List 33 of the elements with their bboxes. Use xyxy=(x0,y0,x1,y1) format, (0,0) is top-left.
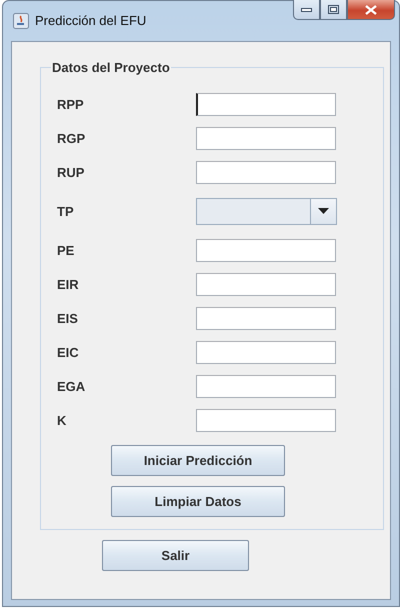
group-title: Datos del Proyecto xyxy=(51,60,171,75)
field-label: RPP xyxy=(57,96,85,112)
field-label: PE xyxy=(57,242,76,258)
exit-button[interactable]: Salir xyxy=(102,540,249,571)
field-label: RGP xyxy=(57,130,86,146)
field-label: K xyxy=(57,412,68,428)
maximize-button[interactable] xyxy=(320,0,347,20)
field-label: EGA xyxy=(57,378,86,394)
text-field[interactable] xyxy=(196,340,336,364)
dropdown-button[interactable] xyxy=(310,198,336,224)
field-label: EIS xyxy=(57,310,79,326)
maximize-icon xyxy=(328,5,339,14)
text-field[interactable] xyxy=(196,408,336,432)
text-field[interactable] xyxy=(196,92,336,116)
action-button[interactable]: Limpiar Datos xyxy=(111,486,285,517)
text-field[interactable] xyxy=(196,126,336,150)
minimize-button[interactable] xyxy=(293,0,320,20)
close-icon xyxy=(365,4,377,14)
text-field[interactable] xyxy=(196,306,336,330)
cup-icon xyxy=(13,13,29,29)
minimize-icon xyxy=(301,8,312,12)
field-label: RUP xyxy=(57,164,86,180)
action-button[interactable]: Iniciar Predicción xyxy=(111,445,285,476)
window-title: Predicción del EFU xyxy=(35,13,148,28)
field-label: EIR xyxy=(57,276,80,292)
text-field[interactable] xyxy=(196,272,336,296)
caret-icon xyxy=(318,208,329,214)
text-field[interactable] xyxy=(196,238,336,262)
text-field[interactable] xyxy=(196,374,336,398)
text-field[interactable] xyxy=(196,160,336,184)
field-label: TP xyxy=(57,204,75,218)
close-button[interactable] xyxy=(347,0,395,20)
field-label: EIC xyxy=(57,344,80,360)
